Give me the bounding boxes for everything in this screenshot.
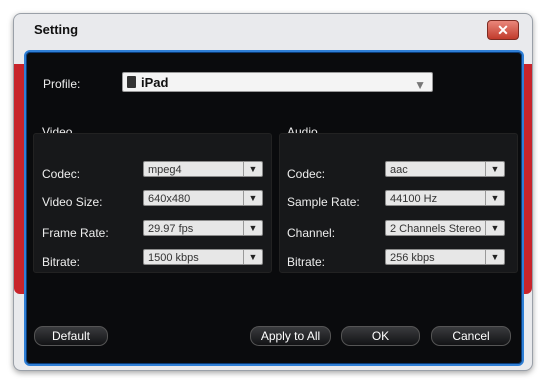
apply-to-all-button[interactable]: Apply to All bbox=[250, 326, 331, 346]
chevron-down-icon: ▼ bbox=[485, 250, 504, 264]
video-codec-label: Codec: bbox=[42, 167, 81, 181]
frame-rate-label: Frame Rate: bbox=[42, 226, 109, 240]
profile-label: Profile: bbox=[43, 77, 81, 91]
sample-rate-label: Sample Rate: bbox=[287, 195, 360, 209]
window-title: Setting bbox=[34, 22, 79, 37]
chevron-down-icon: ▼ bbox=[414, 78, 426, 92]
channel-select[interactable]: 2 Channels Stereo ▼ bbox=[385, 220, 505, 236]
audio-bitrate-value: 256 kbps bbox=[390, 252, 435, 264]
audio-codec-value: aac bbox=[390, 164, 408, 176]
chevron-down-icon: ▼ bbox=[243, 250, 262, 264]
cancel-button[interactable]: Cancel bbox=[431, 326, 511, 346]
ipad-device-icon bbox=[127, 76, 136, 88]
profile-select[interactable]: iPad ▼ bbox=[122, 72, 433, 92]
video-bitrate-value: 1500 kbps bbox=[148, 252, 199, 264]
video-codec-value: mpeg4 bbox=[148, 164, 182, 176]
chevron-down-icon: ▼ bbox=[485, 191, 504, 205]
video-bitrate-select[interactable]: 1500 kbps ▼ bbox=[143, 249, 263, 265]
chevron-down-icon: ▼ bbox=[243, 162, 262, 176]
audio-bitrate-select[interactable]: 256 kbps ▼ bbox=[385, 249, 505, 265]
video-bitrate-label: Bitrate: bbox=[42, 255, 81, 269]
audio-codec-select[interactable]: aac ▼ bbox=[385, 161, 505, 177]
chevron-down-icon: ▼ bbox=[485, 221, 504, 235]
profile-value: iPad bbox=[141, 75, 169, 90]
chevron-down-icon: ▼ bbox=[243, 191, 262, 205]
video-codec-select[interactable]: mpeg4 ▼ bbox=[143, 161, 263, 177]
chevron-down-icon: ▼ bbox=[243, 221, 262, 235]
video-size-label: Video Size: bbox=[42, 195, 103, 209]
frame-rate-value: 29.97 fps bbox=[148, 223, 194, 235]
sample-rate-select[interactable]: 44100 Hz ▼ bbox=[385, 190, 505, 206]
sample-rate-value: 44100 Hz bbox=[390, 193, 438, 205]
channel-value: 2 Channels Stereo bbox=[390, 223, 482, 235]
close-button[interactable]: ✕ bbox=[487, 20, 519, 40]
channel-label: Channel: bbox=[287, 226, 336, 240]
audio-bitrate-label: Bitrate: bbox=[287, 255, 326, 269]
audio-codec-label: Codec: bbox=[287, 167, 326, 181]
video-size-select[interactable]: 640x480 ▼ bbox=[143, 190, 263, 206]
default-button[interactable]: Default bbox=[34, 326, 108, 346]
ok-button[interactable]: OK bbox=[341, 326, 420, 346]
frame-rate-select[interactable]: 29.97 fps ▼ bbox=[143, 220, 263, 236]
video-size-value: 640x480 bbox=[148, 193, 191, 205]
chevron-down-icon: ▼ bbox=[485, 162, 504, 176]
